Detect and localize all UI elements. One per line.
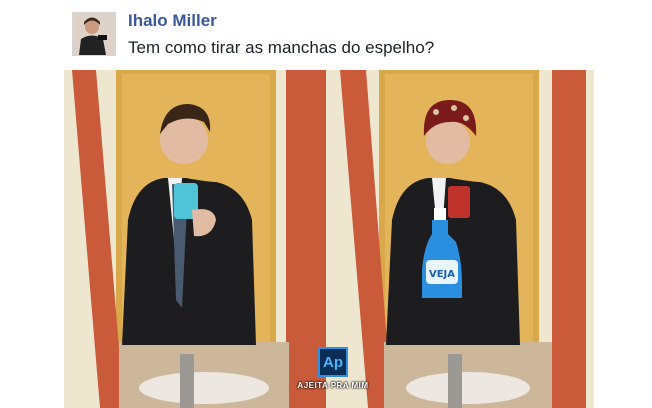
avatar-image xyxy=(73,13,115,55)
bottle-label: VEJA xyxy=(429,269,455,280)
author-name-link[interactable]: Ihalo Miller xyxy=(128,11,217,31)
post-header: Ihalo Miller Tem como tirar as manchas d… xyxy=(0,0,652,70)
right-mirror-panel: VEJA xyxy=(329,70,594,408)
left-mirror-panel xyxy=(64,70,329,408)
watermark-caption: AJEITA PRA MIM xyxy=(297,381,369,390)
post-text: Tem como tirar as manchas do espelho? xyxy=(128,38,435,57)
avatar[interactable] xyxy=(72,12,116,56)
watermark-logo: Ap xyxy=(318,347,348,377)
